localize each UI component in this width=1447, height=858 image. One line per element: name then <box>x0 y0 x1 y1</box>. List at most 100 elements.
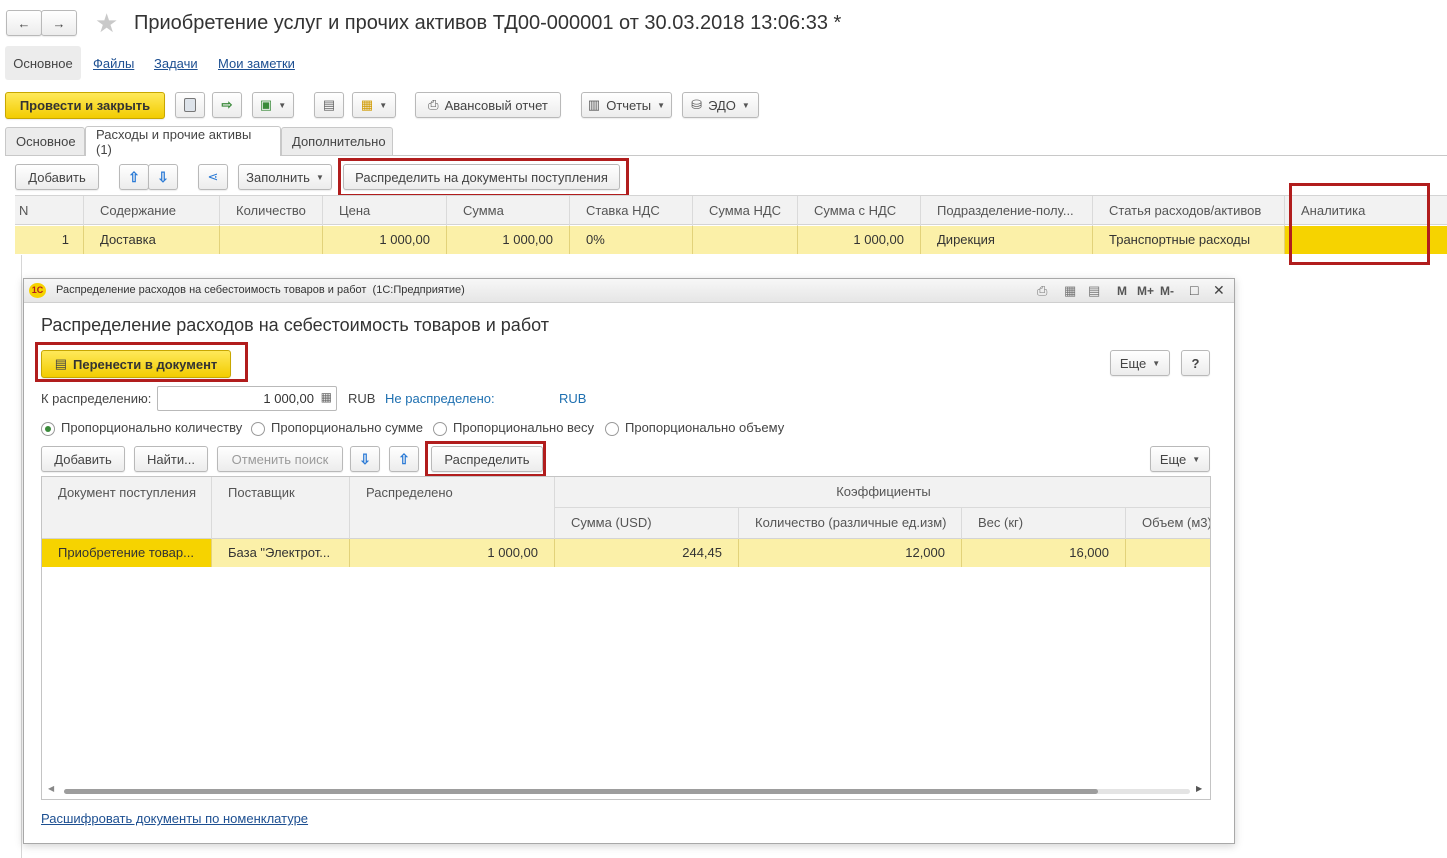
scroll-right-icon[interactable]: ▶ <box>1196 784 1202 793</box>
cell-vat-rate[interactable]: 0% <box>570 226 693 254</box>
chevron-down-icon: ▼ <box>379 100 388 110</box>
post-and-close-button[interactable]: Провести и закрыть <box>5 92 165 119</box>
cell-receipt-doc[interactable]: Приобретение товар... <box>42 539 212 567</box>
calendar-icon[interactable]: ▤ <box>1088 283 1100 299</box>
cancel-search-button[interactable]: Отменить поиск <box>217 446 343 472</box>
cell-quantity[interactable]: 12,000 <box>739 539 962 567</box>
post-button[interactable]: ⇨ <box>212 92 242 118</box>
radio-by-volume-label: Пропорционально объему <box>625 420 785 435</box>
cell-supplier[interactable]: База "Электрот... <box>212 539 350 567</box>
cell-vat-sum[interactable] <box>693 226 798 254</box>
col-content[interactable]: Содержание <box>84 196 220 226</box>
reports-button[interactable]: ▥ Отчеты ▼ <box>581 92 672 118</box>
cell-qty[interactable] <box>220 226 323 254</box>
table-row[interactable]: Приобретение товар... База "Электрот... … <box>42 539 1210 567</box>
memory-plus-button[interactable]: M+ <box>1137 284 1154 298</box>
cell-sum-usd[interactable]: 244,45 <box>555 539 739 567</box>
edo-icon: ⛁ <box>691 97 703 112</box>
col-department[interactable]: Подразделение-полу... <box>921 196 1093 226</box>
cell-weight[interactable]: 16,000 <box>962 539 1126 567</box>
transfer-to-document-button[interactable]: ▤ Перенести в документ <box>41 350 231 378</box>
distribution-table: Документ поступления Поставщик Распредел… <box>41 476 1211 800</box>
cell-price[interactable]: 1 000,00 <box>323 226 447 254</box>
cell-distributed[interactable]: 1 000,00 <box>350 539 555 567</box>
radio-by-sum[interactable]: Пропорционально сумме <box>251 420 423 436</box>
to-distribute-field[interactable]: 1 000,00 ▦ <box>157 386 337 411</box>
cell-content[interactable]: Доставка <box>84 226 220 254</box>
cell-sum[interactable]: 1 000,00 <box>447 226 570 254</box>
cell-analytics[interactable] <box>1285 226 1447 254</box>
edo-button[interactable]: ⛁ ЭДО ▼ <box>682 92 759 118</box>
dialog-move-up-button[interactable]: ⇧ <box>389 446 419 472</box>
col-sum[interactable]: Сумма <box>447 196 570 226</box>
distribute-docs-button[interactable]: Распределить на документы поступления <box>343 164 620 190</box>
col-qty[interactable]: Количество <box>220 196 323 226</box>
dialog-move-down-button[interactable]: ⇩ <box>350 446 380 472</box>
scroll-left-icon[interactable]: ◀ <box>48 784 54 793</box>
col-distributed[interactable]: Распределено <box>350 477 555 539</box>
save-button[interactable] <box>175 92 205 118</box>
col-sum-usd[interactable]: Сумма (USD) <box>555 508 739 539</box>
section-files[interactable]: Файлы <box>93 56 134 71</box>
col-expense-item[interactable]: Статья расходов/активов <box>1093 196 1285 226</box>
fill-button[interactable]: Заполнить ▼ <box>238 164 332 190</box>
tab-main[interactable]: Основное <box>5 127 85 155</box>
edo-label: ЭДО <box>708 97 736 113</box>
create-based-button[interactable]: ▣ ▼ <box>252 92 294 118</box>
cell-expense-item[interactable]: Транспортные расходы <box>1093 226 1285 254</box>
col-price[interactable]: Цена <box>323 196 447 226</box>
scrollbar-thumb[interactable] <box>64 789 1098 794</box>
advance-report-label: Авансовый отчет <box>444 97 548 113</box>
add-row-label: Добавить <box>28 169 86 185</box>
structure-tree-button[interactable]: ⋖ <box>198 164 228 190</box>
maximize-button[interactable]: □ <box>1190 282 1198 298</box>
back-button[interactable]: ← <box>6 10 42 36</box>
col-volume[interactable]: Объем (м3) <box>1126 508 1210 539</box>
table-row[interactable]: 1 Доставка 1 000,00 1 000,00 0% 1 000,00… <box>15 226 1447 254</box>
tab-expenses[interactable]: Расходы и прочие активы (1) <box>85 126 281 157</box>
col-quantity-units[interactable]: Количество (различные ед.изм) <box>739 508 962 539</box>
forward-button[interactable]: → <box>41 10 77 36</box>
move-down-button[interactable]: ⇩ <box>148 164 178 190</box>
cell-sum-with-vat[interactable]: 1 000,00 <box>798 226 921 254</box>
close-button[interactable]: ✕ <box>1213 282 1225 299</box>
col-supplier[interactable]: Поставщик <box>212 477 350 539</box>
section-tasks[interactable]: Задачи <box>154 56 198 71</box>
radio-by-weight[interactable]: Пропорционально весу <box>433 420 594 436</box>
print-icon[interactable]: ⎙ <box>1037 283 1047 299</box>
distribute-button[interactable]: Распределить <box>431 446 543 472</box>
move-up-button[interactable]: ⇧ <box>119 164 149 190</box>
help-button[interactable]: ? <box>1181 350 1210 376</box>
col-weight[interactable]: Вес (кг) <box>962 508 1126 539</box>
calculator-icon[interactable]: ▦ <box>1064 283 1076 299</box>
col-receipt-doc[interactable]: Документ поступления <box>42 477 212 539</box>
add-row-button[interactable]: Добавить <box>15 164 99 190</box>
col-analytics[interactable]: Аналитика <box>1285 196 1447 226</box>
col-sum-with-vat[interactable]: Сумма с НДС <box>798 196 921 226</box>
col-vat-sum[interactable]: Сумма НДС <box>693 196 798 226</box>
radio-by-volume[interactable]: Пропорционально объему <box>605 420 784 436</box>
tab-additional[interactable]: Дополнительно <box>281 127 393 155</box>
cell-n[interactable]: 1 <box>15 226 84 254</box>
print-structure-button[interactable]: ▦ ▼ <box>352 92 396 118</box>
horizontal-scrollbar[interactable] <box>64 789 1190 794</box>
memory-minus-button[interactable]: M- <box>1160 284 1174 298</box>
advance-report-button[interactable]: ⎙ Авансовый отчет <box>415 92 561 118</box>
journal-button[interactable]: ▤ <box>314 92 344 118</box>
radio-by-quantity[interactable]: Пропорционально количеству <box>41 420 242 436</box>
more-button-top[interactable]: Еще ▼ <box>1110 350 1170 376</box>
arrow-right-icon: → <box>52 15 66 31</box>
section-notes[interactable]: Мои заметки <box>218 56 295 71</box>
col-n[interactable]: N <box>15 196 84 226</box>
find-button[interactable]: Найти... <box>134 446 208 472</box>
memory-m-button[interactable]: M <box>1117 284 1127 298</box>
cell-department[interactable]: Дирекция <box>921 226 1093 254</box>
calculator-small-icon[interactable]: ▦ <box>321 390 332 404</box>
col-vat-rate[interactable]: Ставка НДС <box>570 196 693 226</box>
star-icon[interactable]: ★ <box>95 8 118 39</box>
more-button-table[interactable]: Еще ▼ <box>1150 446 1210 472</box>
section-main[interactable]: Основное <box>5 46 81 80</box>
dialog-add-button[interactable]: Добавить <box>41 446 125 472</box>
cell-volume[interactable] <box>1126 539 1210 567</box>
decode-docs-link[interactable]: Расшифровать документы по номенклатуре <box>41 811 308 826</box>
